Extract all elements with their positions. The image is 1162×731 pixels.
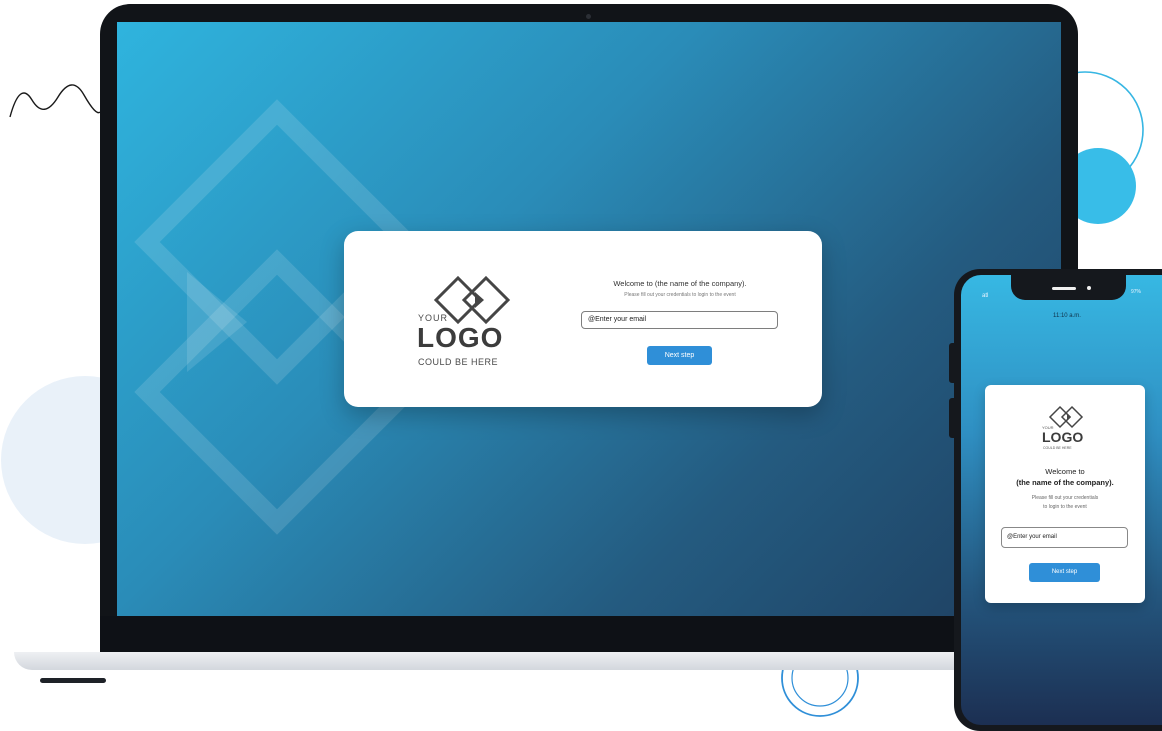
laptop-camera bbox=[586, 14, 591, 19]
laptop-base bbox=[14, 652, 1114, 670]
mobile-next-step-button[interactable]: Next step bbox=[1029, 563, 1100, 582]
signal-icon: atl bbox=[982, 293, 989, 299]
mobile-logo-text-main: LOGO bbox=[1042, 429, 1084, 445]
mobile-welcome-heading: Welcome to (the name of the company). bbox=[990, 466, 1140, 488]
next-step-button[interactable]: Next step bbox=[647, 346, 712, 365]
mobile-logo-text-sub: COULD BE HERE bbox=[1043, 446, 1072, 450]
logo-text-main: LOGO bbox=[417, 322, 504, 353]
mobile-email-field[interactable]: @Enter your email bbox=[1001, 527, 1128, 548]
laptop-foot bbox=[40, 678, 106, 683]
mobile-instruction-line-2: to login to the event bbox=[1043, 504, 1087, 510]
login-instruction: Please fill out your credentials to logi… bbox=[624, 292, 736, 298]
phone-speaker bbox=[1052, 287, 1076, 290]
mobile-login-instruction: Please fill out your credentials to logi… bbox=[1000, 494, 1130, 512]
email-field[interactable]: @Enter your email bbox=[581, 311, 778, 329]
phone-camera bbox=[1087, 286, 1091, 290]
mobile-instruction-line-1: Please fill out your credentials bbox=[1031, 495, 1099, 501]
battery-icon: 97% bbox=[1131, 289, 1142, 295]
mobile-welcome-line-1: Welcome to bbox=[1045, 467, 1085, 476]
laptop-bezel-bottom bbox=[100, 616, 1078, 652]
mobile-welcome-line-2: (the name of the company). bbox=[1016, 478, 1114, 487]
status-time: 11:10 a.m. bbox=[1053, 313, 1081, 319]
welcome-heading: Welcome to (the name of the company). bbox=[613, 279, 747, 288]
logo-text-sub: COULD BE HERE bbox=[418, 357, 499, 367]
phone-notch bbox=[1011, 270, 1126, 300]
squiggle-decoration bbox=[9, 84, 101, 118]
